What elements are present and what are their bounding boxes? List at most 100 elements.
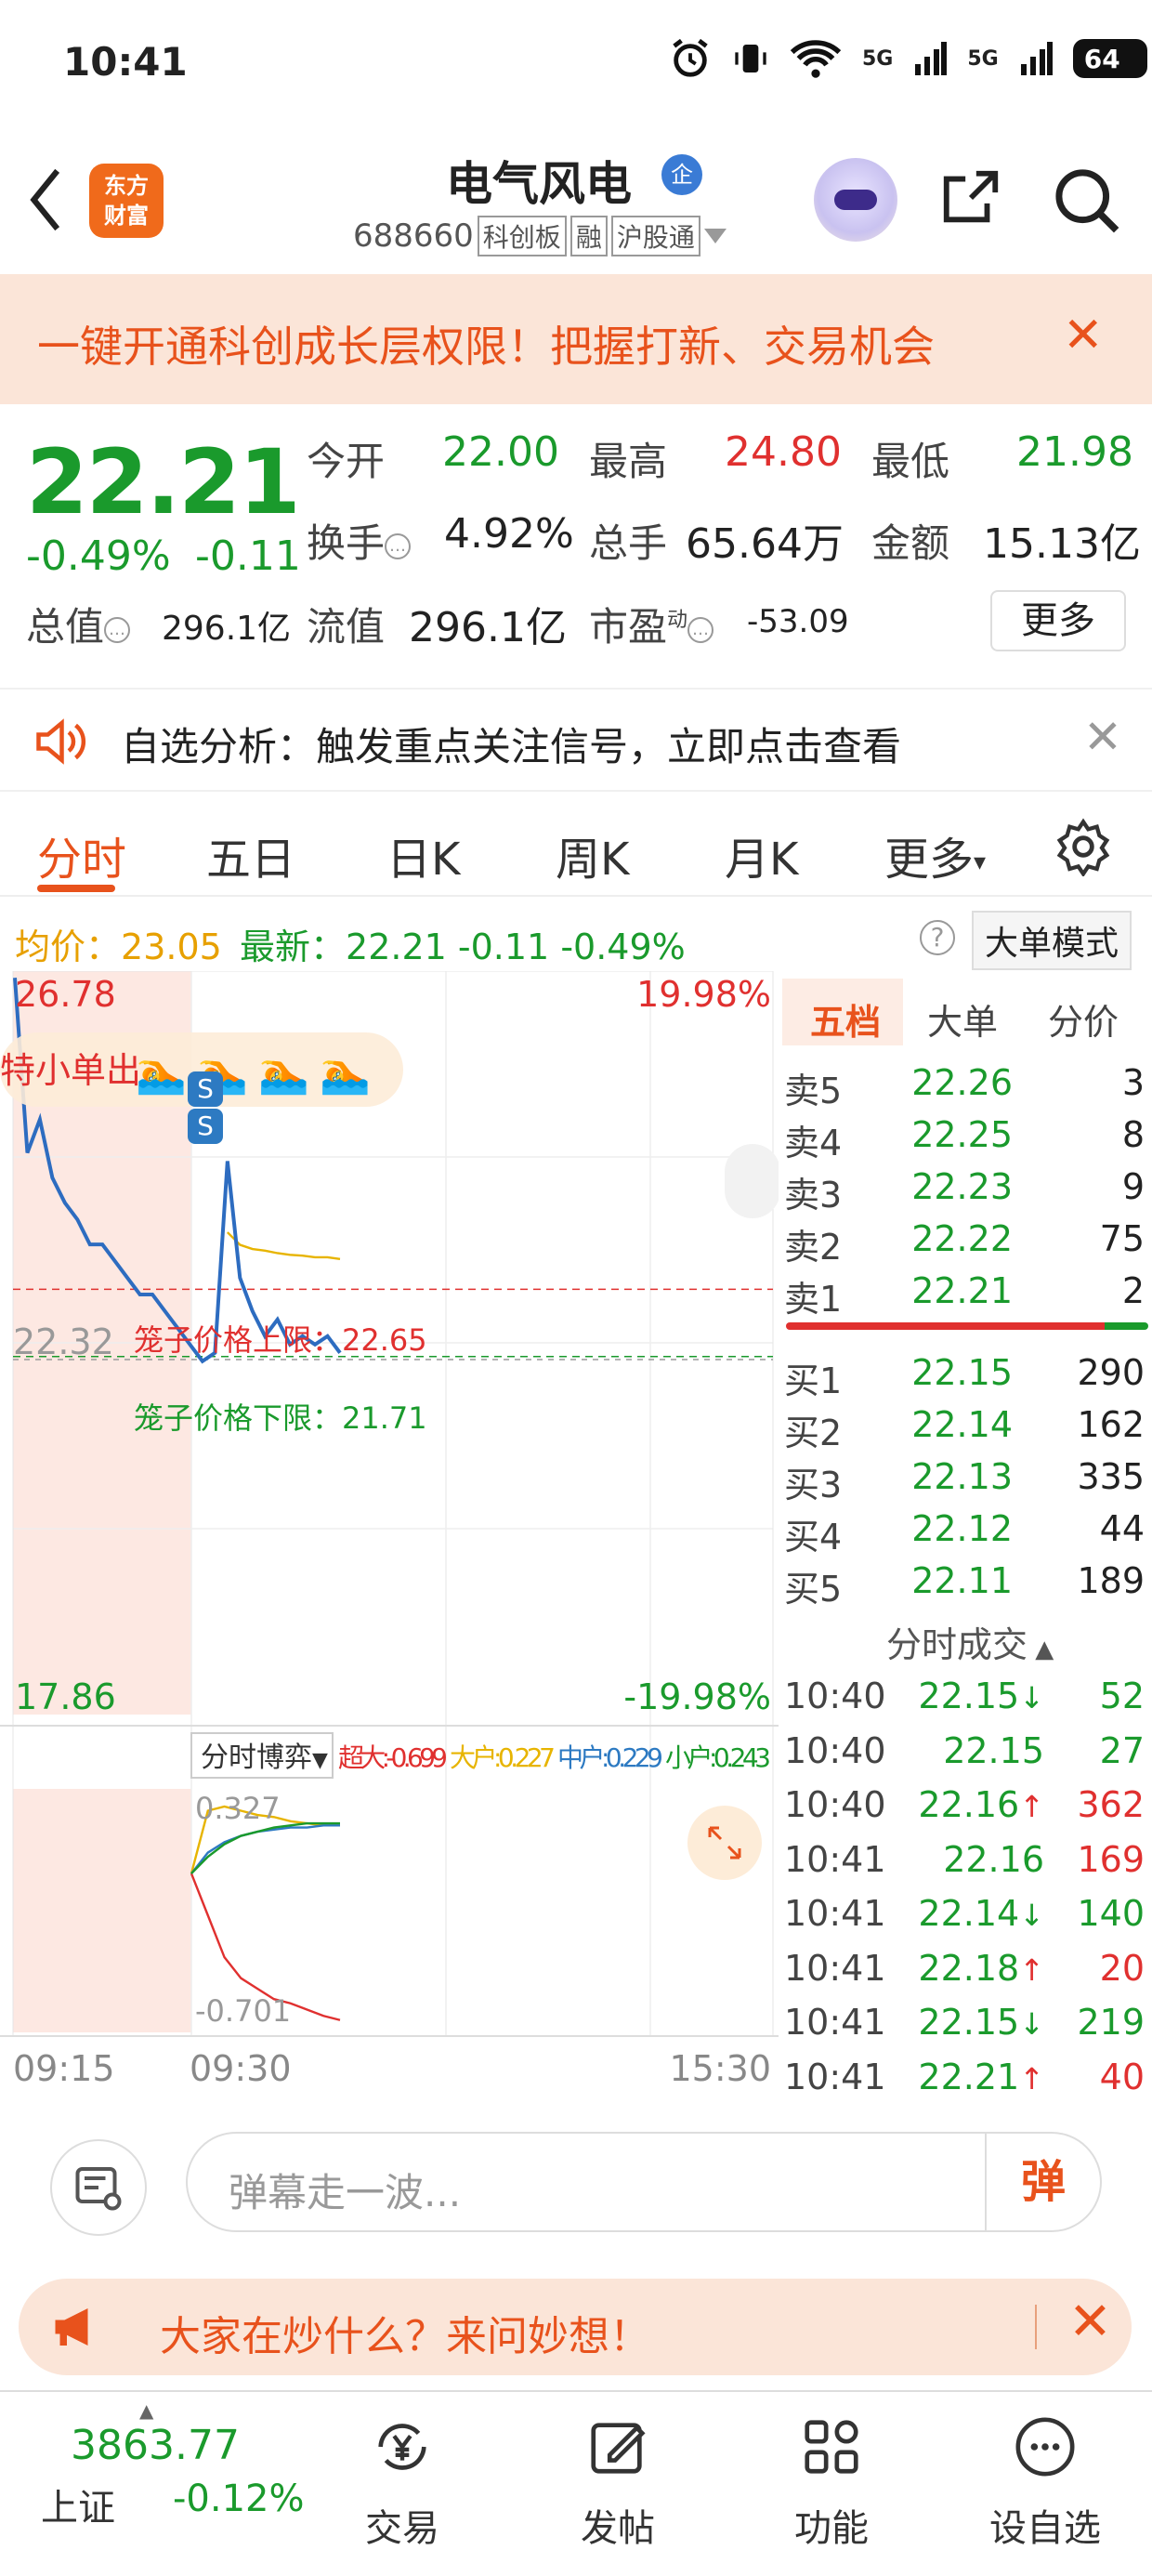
mcap-label: 总值… <box>26 596 131 652</box>
tab-trade-label: 交易 <box>365 2507 439 2550</box>
swimmer-icon: 🏊 <box>136 1049 187 1097</box>
index-value: 3863.77 <box>71 2422 240 2469</box>
stock-code: 688660 <box>353 217 474 255</box>
tab-more[interactable]: 更多▾ <box>884 822 986 887</box>
tab-post-label: 发帖 <box>581 2507 655 2550</box>
ask-row: 卖1 22.21 2 <box>782 1265 1152 1320</box>
tick-volume: 40 <box>1099 2056 1145 2097</box>
ask-volume: 2 <box>1121 1270 1145 1311</box>
turnover-label: 换手… <box>307 512 412 569</box>
side-handle[interactable] <box>725 1144 780 1218</box>
tab-five-levels[interactable]: 五档 <box>810 993 881 1045</box>
analysis-text: 自选分析：触发重点关注信号，立即点击查看 <box>121 724 902 769</box>
ask-text: 大家在炒什么？来问妙想！ <box>160 2313 650 2360</box>
ask-volume: 75 <box>1099 1218 1145 1259</box>
stock-name: 电气风电 <box>446 157 632 211</box>
tab-big-orders[interactable]: 大单 <box>927 993 998 1045</box>
tick-row: 10:40 22.15 27 <box>782 1727 1152 1781</box>
close-icon[interactable]: ✕ <box>1083 710 1122 764</box>
danmaku-settings-button[interactable] <box>50 2139 147 2236</box>
permission-banner[interactable]: 一键开通科创成长层权限！把握打新、交易机会 ✕ <box>0 274 1152 404</box>
auction-shade-sub <box>13 1789 191 2032</box>
info-icon[interactable]: … <box>385 532 412 559</box>
status-icons: 5G 5G 64 <box>669 37 1147 80</box>
back-arrow-icon[interactable] <box>28 167 65 248</box>
bid-row: 买1 22.15 290 <box>782 1347 1152 1401</box>
battery-icon: 64 <box>1072 39 1147 78</box>
bid-row: 买5 22.11 189 <box>782 1555 1152 1610</box>
info-icon[interactable]: … <box>687 616 714 643</box>
low-value: 21.98 <box>1016 428 1133 476</box>
logo-line-2: 财富 <box>104 203 149 229</box>
tab-weekly-k[interactable]: 周K <box>556 822 629 887</box>
tab-functions-label: 功能 <box>794 2507 869 2550</box>
info-icon[interactable]: … <box>104 616 131 643</box>
expand-button[interactable] <box>687 1806 762 1880</box>
triangle-up-icon: ▲ <box>139 2399 154 2422</box>
tick-time: 10:41 <box>784 2056 886 2097</box>
tab-trade[interactable]: 交易 <box>333 2414 472 2552</box>
bottom-tab-bar: ▲ 3863.77 上证 -0.12% 交易 发帖 功能 设自选 <box>0 2390 1152 2576</box>
tick-row: 10:41 22.14↓ 140 <box>782 1889 1152 1944</box>
enterprise-badge: 企 <box>661 154 702 195</box>
tab-post[interactable]: 发帖 <box>548 2414 687 2552</box>
arrow-up-icon: ↑ <box>1019 1952 1044 1988</box>
triangle-down-icon <box>703 229 727 243</box>
ask-list: 卖5 22.26 3 卖4 22.25 8 卖3 22.23 9 卖2 22.22 75 卖1 22.21… <box>782 1057 1152 1320</box>
tab-intraday[interactable]: 分时 <box>37 822 126 887</box>
open-label: 今开 <box>307 439 386 484</box>
ask-separator <box>1035 2305 1037 2349</box>
ticks-title[interactable]: 分时成交 ▲ <box>886 1616 1054 1667</box>
ask-price: 22.23 <box>911 1166 1013 1207</box>
wifi-icon <box>790 40 842 78</box>
stock-code-line[interactable]: 688660 科创板 融 沪股通 <box>353 216 727 256</box>
help-icon[interactable]: ? <box>920 920 955 955</box>
pe-value: -53.09 <box>747 603 849 640</box>
arrow-down-icon: ↓ <box>1019 1898 1044 1933</box>
tab-five-day[interactable]: 五日 <box>206 822 295 887</box>
tab-watchlist[interactable]: 设自选 <box>975 2414 1115 2552</box>
tab-daily-k[interactable]: 日K <box>386 822 460 887</box>
tick-row: 10:40 22.15↓ 52 <box>782 1672 1152 1727</box>
more-button[interactable]: 更多 <box>990 590 1126 651</box>
logo-line-1: 东方 <box>104 173 149 199</box>
tick-price: 22.16↑ <box>918 1784 1044 1825</box>
intraday-chart[interactable]: 26.78 19.98% 22.32 笼子价格上限：22.65 笼子价格下限：2… <box>0 970 780 2107</box>
x-tick-1530: 15:30 <box>669 2048 771 2089</box>
ask-price: 22.25 <box>911 1114 1013 1155</box>
close-icon[interactable]: ✕ <box>1063 308 1104 363</box>
search-icon[interactable] <box>1052 165 1122 236</box>
analysis-bar[interactable]: 自选分析：触发重点关注信号，立即点击查看 ✕ <box>0 688 1152 792</box>
turnover-value: 4.92% <box>444 510 574 558</box>
share-icon[interactable] <box>938 165 1003 230</box>
tab-price-dist[interactable]: 分价 <box>1048 993 1119 1045</box>
ai-assistant-avatar[interactable] <box>814 158 897 242</box>
tick-price: 22.18↑ <box>918 1948 1044 1989</box>
bid-list: 买1 22.15 290 买2 22.14 162 买3 22.13 335 买4 22.12 44 买… <box>782 1347 1152 1610</box>
tick-price-value: 22.16 <box>918 1784 1020 1825</box>
latest-price: 最新：22.21 -0.11 -0.49% <box>240 918 686 969</box>
tick-row: 10:41 22.16 169 <box>782 1835 1152 1890</box>
index-ticker[interactable]: ▲ 3863.77 上证 -0.12% <box>0 2392 307 2576</box>
ask-level-label: 卖4 <box>784 1123 843 1163</box>
arrow-up-icon: ↑ <box>1019 1789 1044 1824</box>
tick-volume: 362 <box>1077 1784 1145 1825</box>
tab-monthly-k[interactable]: 月K <box>725 822 798 887</box>
game-label: 分时博弈 <box>201 1741 312 1774</box>
ask-price: 22.26 <box>911 1062 1013 1103</box>
flag-text: 特小单出 <box>0 1050 141 1091</box>
signal-bars-icon-2 <box>1020 42 1053 75</box>
tab-functions[interactable]: 功能 <box>762 2414 901 2552</box>
gear-icon[interactable] <box>1054 817 1113 876</box>
ask-banner[interactable]: 大家在炒什么？来问妙想！ ✕ <box>19 2279 1132 2375</box>
sub-y-bottom: -0.701 <box>195 1993 291 2029</box>
float-value: 296.1亿 <box>409 604 567 651</box>
big-order-mode-button[interactable]: 大单模式 <box>972 911 1132 970</box>
bid-price: 22.14 <box>911 1404 1013 1445</box>
bid-row: 买4 22.12 44 <box>782 1503 1152 1557</box>
danmaku-input[interactable]: 弹幕走一波... 弹 <box>186 2132 1102 2232</box>
index-change: -0.12% <box>173 2477 305 2520</box>
close-icon[interactable]: ✕ <box>1068 2292 1112 2352</box>
bid-volume: 335 <box>1077 1456 1145 1497</box>
danmaku-send-button[interactable]: 弹 <box>985 2134 1100 2230</box>
